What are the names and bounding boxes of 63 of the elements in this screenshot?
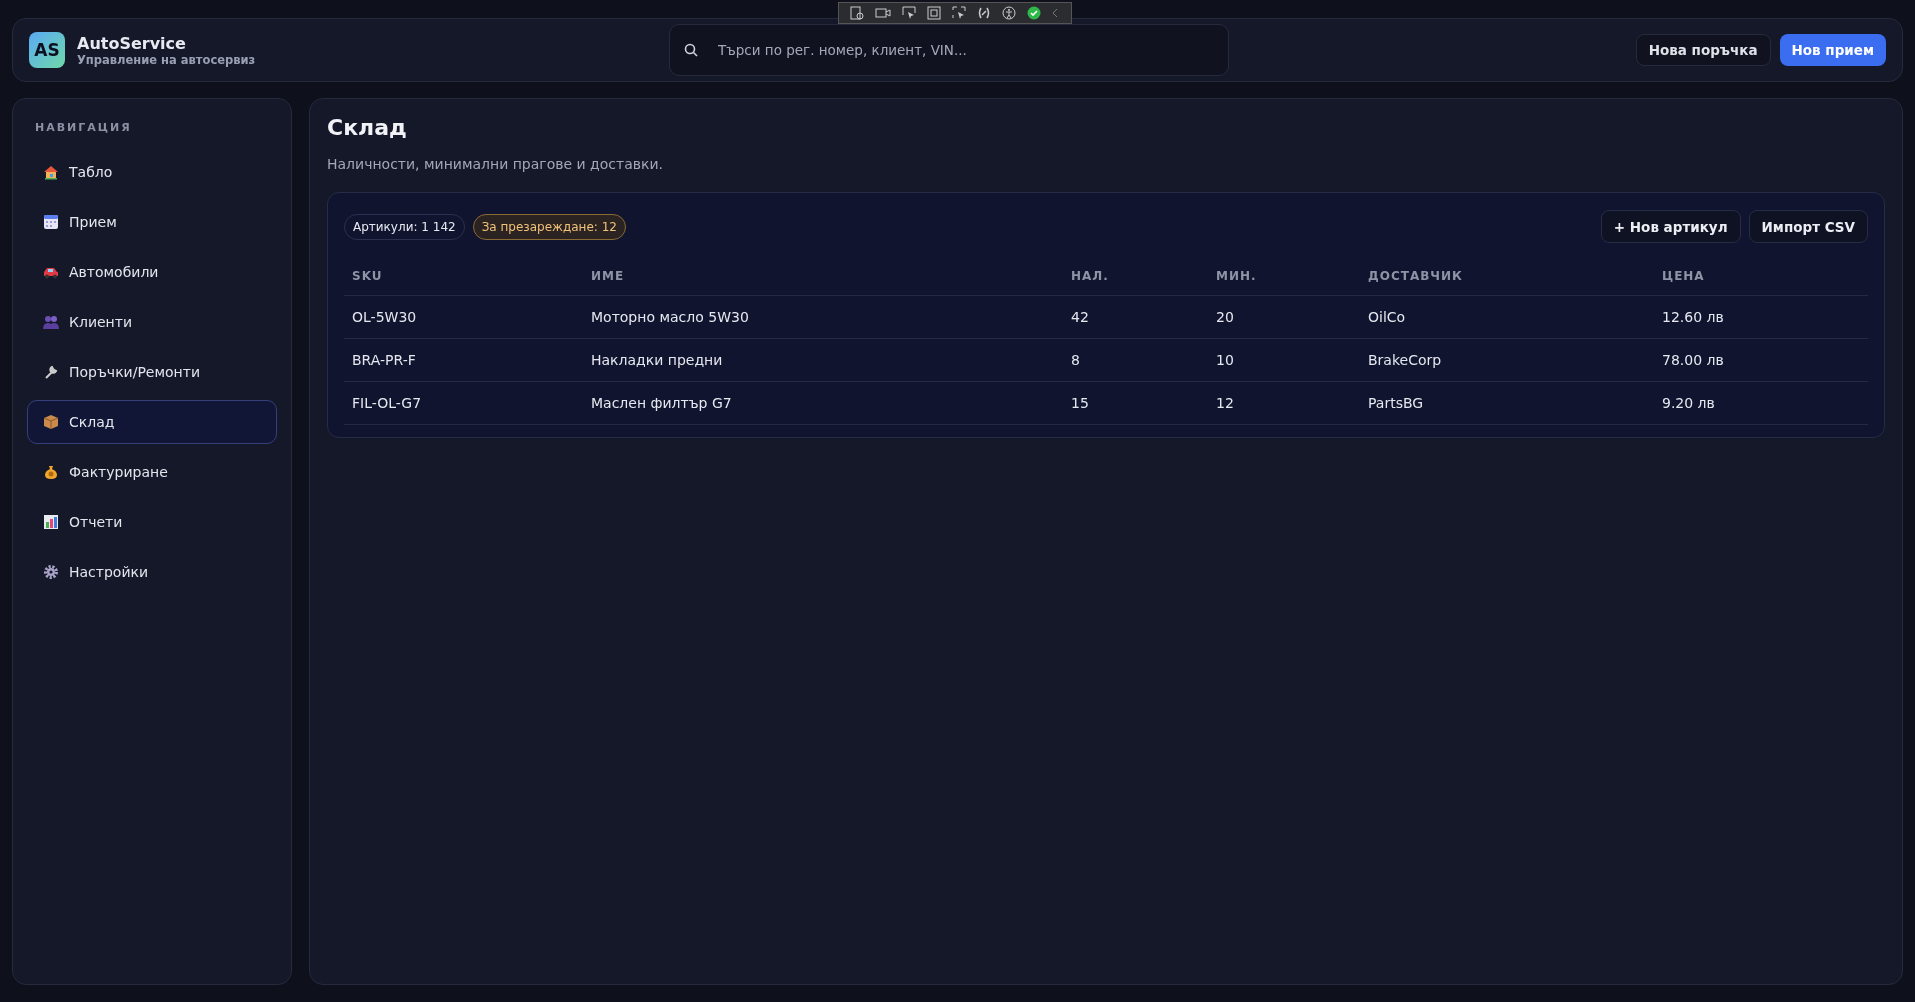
table-cell-text: BrakeCorp	[1368, 352, 1443, 368]
table-cell-text: 10	[1216, 352, 1235, 368]
table-cell-text: BRA-PR-F	[352, 352, 417, 368]
page-title: Склад	[327, 115, 408, 140]
table-cell-text: 42	[1071, 309, 1090, 325]
box-icon	[43, 414, 59, 430]
nav-item[interactable]: Склад	[27, 400, 277, 444]
column-header: МИН.	[1216, 269, 1258, 283]
table-cell-text: PartsBG	[1368, 395, 1425, 411]
house-icon	[43, 164, 59, 180]
nav-item[interactable]: Поръчки/Ремонти	[27, 350, 277, 394]
table-cell-text: 15	[1071, 395, 1090, 411]
table-cell-text: 20	[1216, 309, 1235, 325]
wrench-icon	[43, 364, 59, 380]
frame-icon[interactable]	[927, 6, 942, 20]
nav-item[interactable]: Табло	[27, 150, 277, 194]
nav-item[interactable]: Отчети	[27, 500, 277, 544]
new-intake-button[interactable]: Нов прием	[1779, 34, 1886, 66]
table-cell-text: OL-5W30	[352, 309, 418, 325]
people-icon	[43, 314, 59, 330]
tool-icon[interactable]	[976, 6, 991, 20]
area-select-icon[interactable]	[951, 6, 966, 20]
column-header: SKU	[352, 269, 384, 283]
select-icon[interactable]	[902, 6, 917, 20]
table-cell-text: FIL-OL-G7	[352, 395, 423, 411]
collapse-icon[interactable]	[1051, 6, 1060, 20]
restock-badge: За презареждане: 12	[472, 213, 626, 240]
table-cell-text: 12	[1216, 395, 1235, 411]
nav-item[interactable]: Автомобили	[27, 250, 277, 294]
search-field[interactable]: Търси по рег. номер, клиент, VIN...	[669, 24, 1229, 76]
table-cell-text: Моторно масло 5W30	[591, 309, 750, 325]
nav-item[interactable]: Настройки	[27, 550, 277, 594]
money-bag-icon	[43, 464, 59, 480]
nav-item[interactable]: Клиенти	[27, 300, 277, 344]
table-cell-text: OilCo	[1368, 309, 1407, 325]
table-cell-text: Маслен филтър G7	[591, 395, 733, 411]
column-header: ИМЕ	[591, 269, 626, 283]
accessibility-icon[interactable]	[1001, 6, 1016, 20]
nav-item[interactable]: Прием	[27, 200, 277, 244]
bar-chart-icon	[43, 514, 59, 530]
column-header: ЦЕНА	[1662, 269, 1706, 283]
camera-icon[interactable]	[875, 6, 892, 20]
app-logo: AS	[29, 32, 65, 68]
table-cell-text: 8	[1071, 352, 1081, 368]
import-button[interactable]: Импорт CSV	[1748, 210, 1868, 243]
check-icon[interactable]	[1026, 6, 1041, 20]
nav-item[interactable]: Фактуриране	[27, 450, 277, 494]
table-cell-text: 78.00 лв	[1662, 352, 1725, 368]
calendar-icon	[43, 214, 59, 230]
new-order-button[interactable]: Нова поръчка	[1635, 34, 1771, 66]
new-item-button[interactable]: + Нов артикул	[1600, 210, 1741, 243]
table-cell-text: Накладки предни	[591, 352, 724, 368]
gear-icon	[43, 564, 59, 580]
column-header: ДОСТАВЧИК	[1368, 269, 1464, 283]
table-cell-text: 9.20 лв	[1662, 395, 1716, 411]
nav-heading: НАВИГАЦИЯ	[34, 121, 133, 136]
count-badge: Артикули: 1 142	[344, 213, 465, 240]
app-subtitle: Управление на автосервиз	[77, 52, 256, 67]
inspect-icon[interactable]	[850, 6, 865, 20]
column-header: НАЛ.	[1071, 269, 1110, 283]
page-subtitle: Наличности, минимални прагове и доставки.	[327, 156, 665, 172]
app-name: AutoService	[77, 33, 187, 53]
table-cell-text: 12.60 лв	[1662, 309, 1725, 325]
